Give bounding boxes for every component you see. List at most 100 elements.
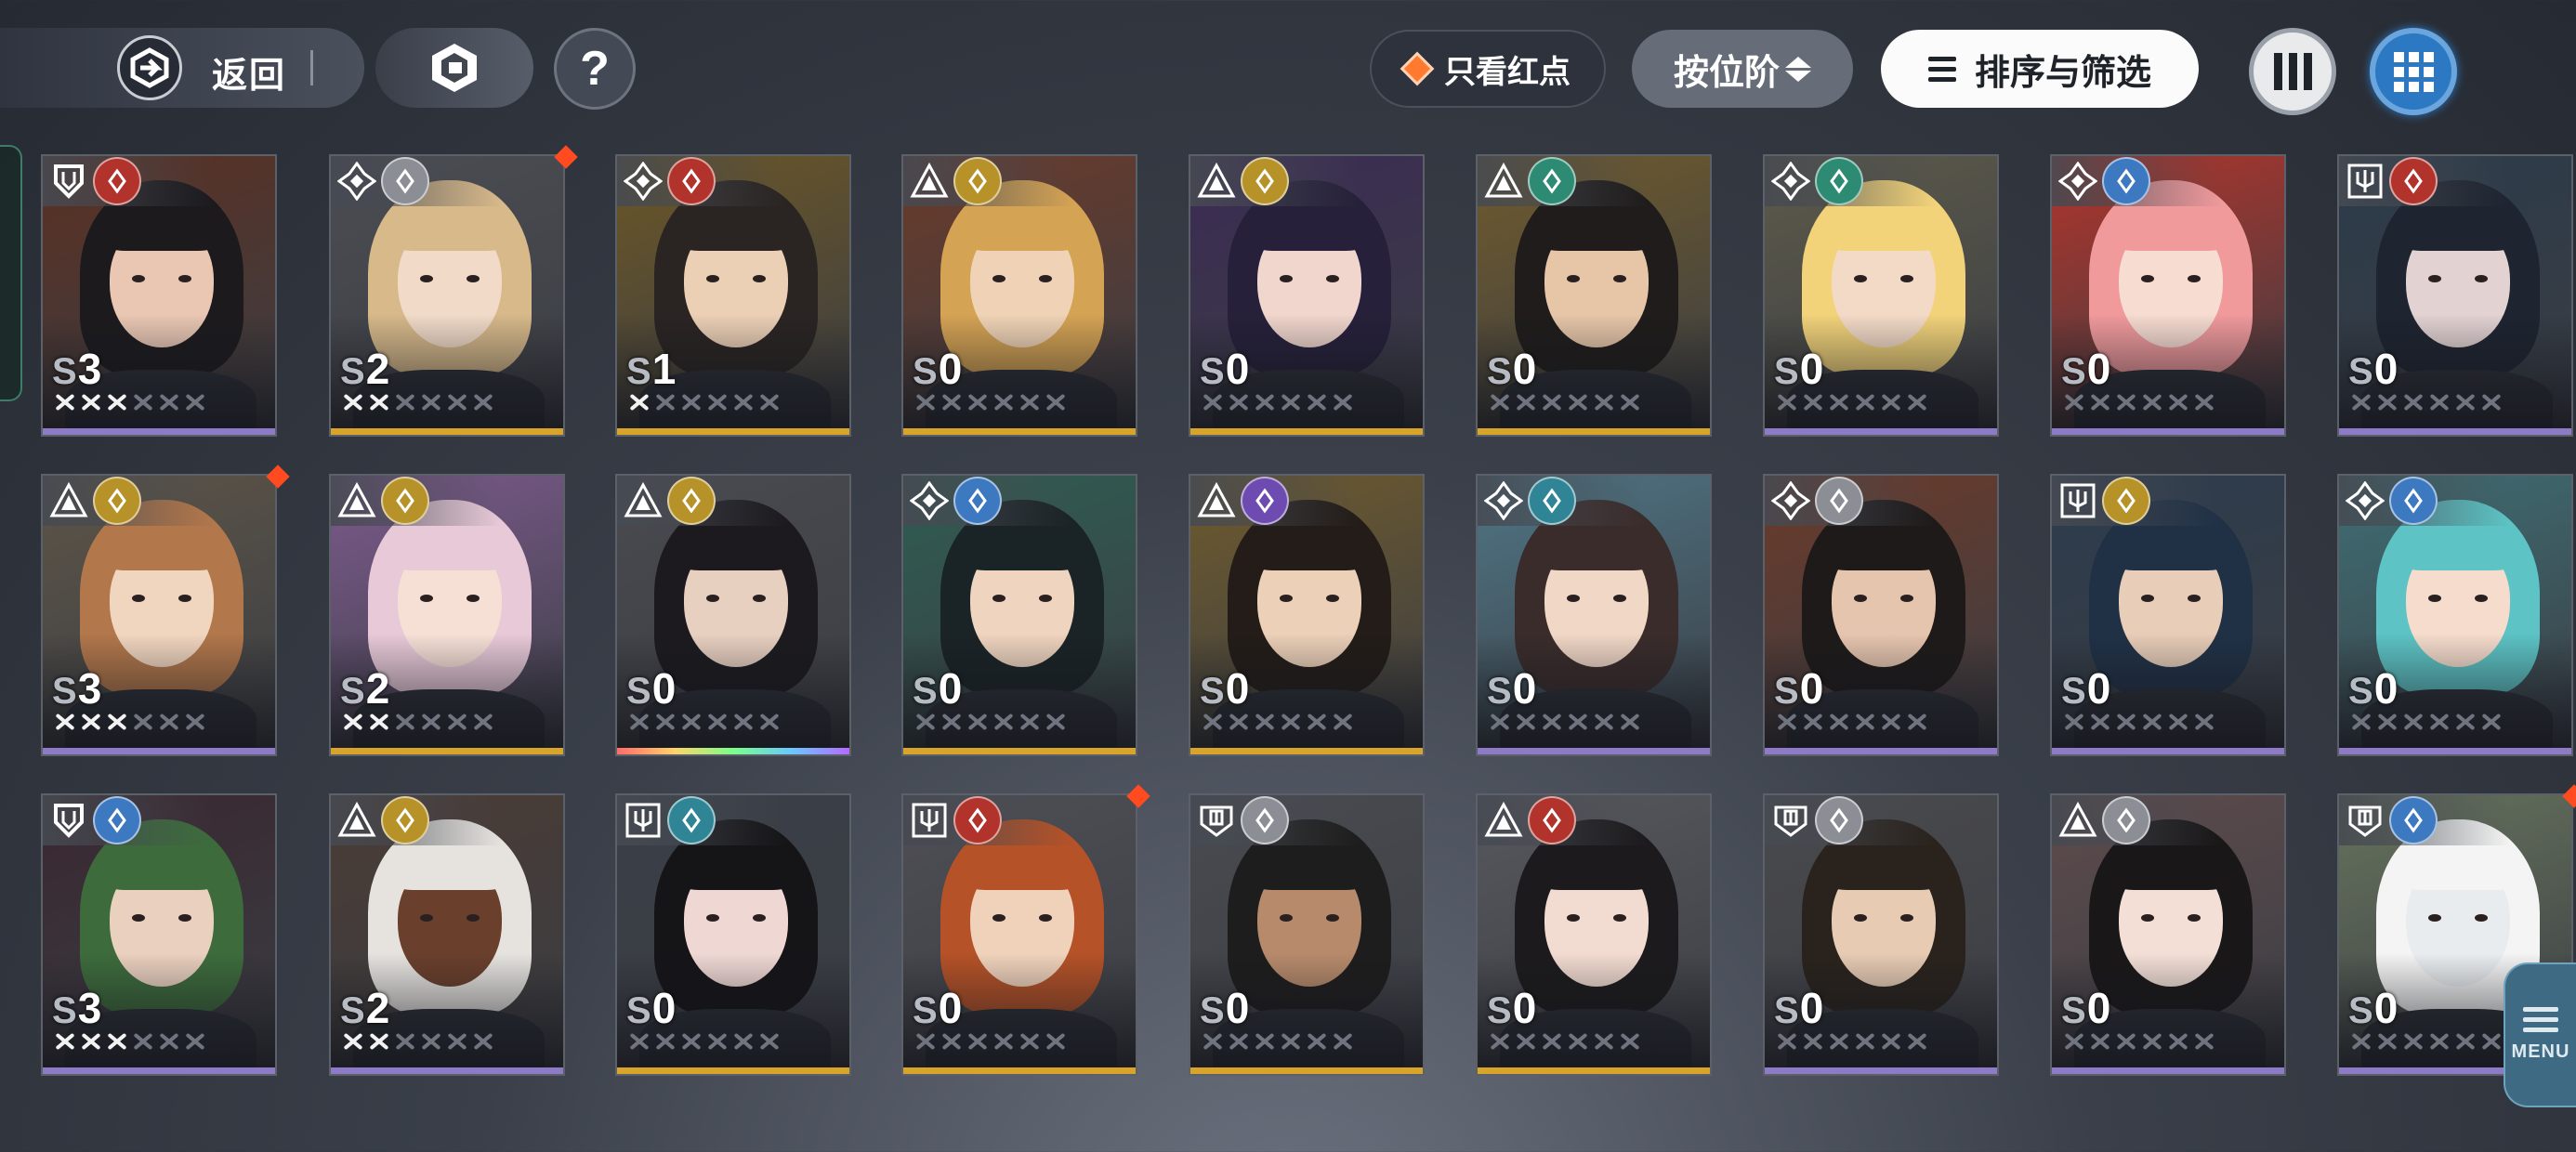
character-card[interactable]: S0 bbox=[1476, 474, 1712, 756]
character-card[interactable]: S0 bbox=[2050, 793, 2286, 1076]
badge-row bbox=[43, 476, 214, 526]
grid-view-button[interactable] bbox=[2370, 28, 2457, 115]
star-mark bbox=[2191, 392, 2216, 412]
element-fire-icon bbox=[2389, 157, 2438, 205]
rank-label: S0 bbox=[1487, 344, 1537, 394]
rank-prefix: S bbox=[626, 671, 652, 712]
character-card[interactable]: S0 bbox=[1763, 793, 1999, 1076]
menu-button[interactable]: MENU bbox=[2504, 962, 2576, 1107]
character-card[interactable]: S0 bbox=[2050, 474, 2286, 756]
help-button[interactable]: ? bbox=[554, 28, 636, 110]
character-card[interactable]: S0 bbox=[615, 474, 851, 756]
star-mark bbox=[1043, 1031, 1068, 1052]
trident-class-icon bbox=[2056, 478, 2100, 523]
character-card[interactable]: S0 bbox=[901, 154, 1137, 437]
rank-prefix: S bbox=[52, 990, 78, 1031]
element-water-icon bbox=[2389, 477, 2438, 525]
left-drawer-tab[interactable] bbox=[0, 145, 22, 401]
element-water-icon bbox=[953, 477, 1002, 525]
crosshair-class-icon bbox=[1768, 159, 1813, 203]
star-mark bbox=[2165, 392, 2190, 412]
character-card[interactable]: S3 bbox=[41, 793, 277, 1076]
star-mark bbox=[156, 712, 181, 732]
star-mark bbox=[704, 712, 729, 732]
rarity-bar bbox=[903, 748, 1136, 754]
star-row bbox=[340, 712, 495, 732]
character-card[interactable]: S0 bbox=[901, 474, 1137, 756]
star-row bbox=[52, 392, 207, 412]
badge-row bbox=[2339, 476, 2510, 526]
character-card[interactable]: S0 bbox=[1189, 793, 1425, 1076]
star-mark bbox=[182, 392, 207, 412]
star-row bbox=[52, 1031, 207, 1052]
triangle-class-icon bbox=[621, 478, 665, 523]
star-mark bbox=[2087, 1031, 2112, 1052]
rarity-bar bbox=[1765, 1067, 1997, 1074]
rank-prefix: S bbox=[340, 990, 366, 1031]
rarity-bar bbox=[1765, 748, 1997, 754]
star-mark bbox=[1539, 1031, 1564, 1052]
star-mark bbox=[444, 712, 469, 732]
character-card[interactable]: S0 bbox=[2050, 154, 2286, 437]
star-mark bbox=[104, 392, 129, 412]
star-mark bbox=[1017, 1031, 1042, 1052]
list-view-button[interactable] bbox=[2249, 28, 2336, 115]
character-card[interactable]: S0 bbox=[2337, 154, 2573, 437]
character-card[interactable]: S3 bbox=[41, 154, 277, 437]
rank-label: S0 bbox=[1200, 983, 1250, 1033]
rank-value: 0 bbox=[1512, 984, 1538, 1032]
divider bbox=[310, 50, 313, 85]
red-dot-only-filter[interactable]: 只看红点 bbox=[1370, 30, 1606, 108]
character-card[interactable]: S0 bbox=[2337, 474, 2573, 756]
star-mark bbox=[1826, 712, 1851, 732]
rarity-bar bbox=[617, 748, 849, 754]
rank-label: S1 bbox=[626, 344, 677, 394]
character-card[interactable]: S0 bbox=[901, 793, 1137, 1076]
crosshair-class-icon bbox=[335, 159, 379, 203]
star-row bbox=[2061, 392, 2216, 412]
character-card[interactable]: S0 bbox=[1476, 154, 1712, 437]
character-card[interactable]: S1 bbox=[615, 154, 851, 437]
character-card[interactable]: S2 bbox=[329, 474, 565, 756]
rank-label: S0 bbox=[2061, 344, 2111, 394]
star-mark bbox=[913, 1031, 938, 1052]
character-card[interactable]: S2 bbox=[329, 154, 565, 437]
red-diamond-icon bbox=[1400, 51, 1435, 86]
character-card[interactable]: S0 bbox=[1763, 154, 1999, 437]
star-mark bbox=[78, 712, 103, 732]
star-mark bbox=[652, 1031, 677, 1052]
character-card[interactable]: S0 bbox=[1763, 474, 1999, 756]
star-mark bbox=[2426, 392, 2451, 412]
element-ice-icon bbox=[667, 796, 716, 844]
rank-value: 0 bbox=[2373, 345, 2399, 393]
star-row bbox=[2348, 712, 2504, 732]
triangle-class-icon bbox=[335, 478, 379, 523]
columns-icon bbox=[2273, 53, 2312, 90]
star-mark bbox=[470, 1031, 495, 1052]
sort-filter-button[interactable]: 排序与筛选 bbox=[1881, 30, 2199, 108]
star-row bbox=[913, 392, 1068, 412]
rank-prefix: S bbox=[52, 671, 78, 712]
crosshair-class-icon bbox=[2056, 159, 2100, 203]
character-card[interactable]: S0 bbox=[1476, 793, 1712, 1076]
star-mark bbox=[1852, 1031, 1877, 1052]
rarity-bar bbox=[1190, 1067, 1423, 1074]
sort-by-rank-button[interactable]: 按位阶 bbox=[1632, 30, 1853, 108]
star-mark bbox=[1226, 392, 1251, 412]
back-button[interactable]: 返回 bbox=[0, 28, 364, 108]
rank-label: S3 bbox=[52, 663, 102, 713]
star-mark bbox=[2400, 1031, 2425, 1052]
star-row bbox=[1487, 1031, 1642, 1052]
character-card[interactable]: S0 bbox=[615, 793, 851, 1076]
star-mark bbox=[1487, 1031, 1512, 1052]
home-logo-button[interactable] bbox=[375, 28, 533, 108]
star-mark bbox=[991, 1031, 1016, 1052]
rank-value: 0 bbox=[2086, 664, 2112, 713]
character-card[interactable]: S3 bbox=[41, 474, 277, 756]
star-mark bbox=[1539, 712, 1564, 732]
rank-prefix: S bbox=[913, 990, 939, 1031]
badge-row bbox=[1765, 795, 1936, 845]
character-card[interactable]: S0 bbox=[1189, 154, 1425, 437]
character-card[interactable]: S0 bbox=[1189, 474, 1425, 756]
character-card[interactable]: S2 bbox=[329, 793, 565, 1076]
